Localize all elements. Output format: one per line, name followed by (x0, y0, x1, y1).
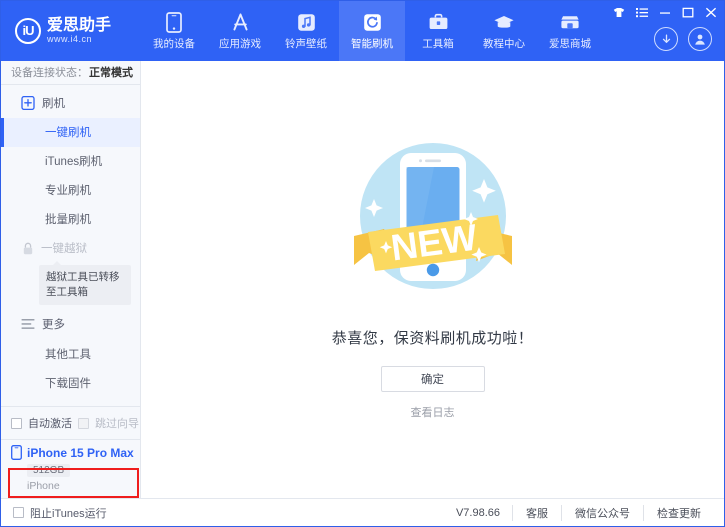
sidebar-options: 自动激活 跳过向导 (1, 406, 140, 439)
version-label: V7.98.66 (455, 506, 500, 519)
block-itunes-checkbox[interactable] (13, 507, 24, 518)
device-type: iPhone (27, 480, 60, 492)
skin-icon[interactable] (612, 5, 626, 19)
skip-wizard-label: 跳过向导 (95, 418, 139, 430)
sidebar-item-label: iTunes刷机 (45, 156, 103, 169)
main-content: NEW 恭喜您，保资料刷机成功啦！ 确定 查看日志 (141, 61, 724, 498)
logo-url: www.i4.cn (47, 33, 93, 44)
lock-icon (21, 242, 34, 255)
result-message: 恭喜您，保资料刷机成功啦！ (331, 330, 534, 347)
tab-tutorial-center[interactable]: 教程中心 (471, 1, 537, 61)
appstore-icon (229, 11, 251, 33)
download-icon[interactable] (654, 27, 678, 51)
sidebar-item-advanced[interactable]: 高级功能 (1, 397, 140, 406)
sidebar-item-itunes-flash[interactable]: iTunes刷机 (1, 147, 140, 176)
check-update-link[interactable]: 检查更新 (643, 504, 714, 521)
music-icon (295, 11, 317, 33)
sidebar-item-other-tools[interactable]: 其他工具 (1, 339, 140, 368)
flash-device-icon (21, 95, 35, 110)
tab-label: 铃声壁纸 (285, 38, 327, 50)
tab-label: 教程中心 (483, 38, 525, 50)
new-phone-badge-illustration: NEW (338, 133, 528, 313)
header-actions (654, 27, 712, 51)
app-header: iU 爱思助手 www.i4.cn 我的设备 应用游戏 铃声壁纸 智能刷机 工具… (1, 1, 724, 61)
logo: iU 爱思助手 www.i4.cn (1, 16, 141, 44)
sidebar-item-label: 专业刷机 (45, 185, 91, 198)
sidebar-item-label: 批量刷机 (45, 214, 91, 227)
sidebar-group-flash: 刷机 (1, 88, 140, 118)
sidebar-checkbox-row: 自动激活 跳过向导 (1, 407, 140, 439)
logo-title: 爱思助手 (47, 16, 112, 34)
tab-store[interactable]: 爱思商城 (537, 1, 603, 61)
tab-ringtones-wallpapers[interactable]: 铃声壁纸 (273, 1, 339, 61)
phone-icon (163, 11, 185, 33)
tab-apps-games[interactable]: 应用游戏 (207, 1, 273, 61)
main-nav: 我的设备 应用游戏 铃声壁纸 智能刷机 工具箱 教程中心 爱思商城 (141, 1, 603, 61)
connection-status-label: 设备连接状态： (11, 67, 88, 80)
tab-toolbox[interactable]: 工具箱 (405, 1, 471, 61)
app-window: iU 爱思助手 www.i4.cn 我的设备 应用游戏 铃声壁纸 智能刷机 工具… (0, 0, 725, 527)
list-icon (21, 317, 35, 331)
logo-mark-icon: iU (15, 17, 41, 44)
device-phone-icon (11, 445, 22, 460)
sidebar-scroll: 刷机 一键刷机 iTunes刷机 专业刷机 批量刷机 一键越狱 越狱工具已转移至… (1, 85, 140, 406)
sidebar-item-label: 下载固件 (45, 377, 91, 390)
confirm-button[interactable]: 确定 (380, 366, 485, 392)
sidebar-group-label: 刷机 (42, 97, 65, 110)
tab-label: 应用游戏 (219, 38, 261, 50)
sidebar-item-pro-flash[interactable]: 专业刷机 (1, 176, 140, 205)
jailbreak-tooltip: 越狱工具已转移至工具箱 (39, 260, 131, 306)
toolbox-icon (427, 11, 449, 33)
sidebar-item-label: 其他工具 (45, 348, 91, 361)
skip-wizard-checkbox (78, 417, 89, 429)
tab-label: 爱思商城 (549, 38, 591, 50)
connection-status: 设备连接状态： 正常模式 (1, 61, 140, 85)
sidebar-group-more: 更多 (1, 309, 140, 339)
sidebar-item-label: 一键越狱 (41, 243, 87, 256)
wechat-link[interactable]: 微信公众号 (561, 504, 643, 521)
sidebar-item-label: 高级功能 (45, 404, 91, 406)
sidebar-item-label: 一键刷机 (45, 127, 91, 140)
auto-activate-checkbox[interactable] (11, 417, 22, 429)
maximize-icon[interactable] (681, 5, 695, 19)
shop-icon (559, 11, 581, 33)
graduation-cap-icon (493, 11, 515, 33)
customer-service-link[interactable]: 客服 (512, 504, 561, 521)
sidebar-group-label: 更多 (42, 319, 65, 332)
account-icon[interactable] (688, 27, 712, 51)
sidebar-item-download-firmware[interactable]: 下载固件 (1, 368, 140, 397)
device-info[interactable]: iPhone 15 Pro Max 512GB iPhone (1, 439, 140, 498)
close-icon[interactable] (704, 5, 718, 19)
view-log-link[interactable]: 查看日志 (411, 404, 455, 420)
sidebar-item-batch-flash[interactable]: 批量刷机 (1, 205, 140, 234)
device-name: iPhone 15 Pro Max (27, 445, 134, 460)
tab-label: 我的设备 (153, 38, 195, 50)
device-capacity: 512GB (27, 464, 71, 477)
refresh-icon (361, 11, 383, 33)
sidebar-item-jailbreak: 一键越狱 (1, 234, 140, 263)
connection-status-value: 正常模式 (89, 67, 133, 80)
minimize-icon[interactable] (658, 5, 672, 19)
window-controls (612, 5, 718, 19)
status-bar: 阻止iTunes运行 V7.98.66 客服 微信公众号 检查更新 (1, 498, 724, 526)
tab-label: 智能刷机 (351, 38, 393, 50)
tab-label: 工具箱 (422, 38, 454, 50)
tab-smart-flash[interactable]: 智能刷机 (339, 1, 405, 61)
auto-activate-label: 自动激活 (28, 418, 72, 430)
body: 设备连接状态： 正常模式 刷机 一键刷机 iTunes刷机 专业刷机 批量刷机 … (1, 61, 724, 498)
sidebar: 设备连接状态： 正常模式 刷机 一键刷机 iTunes刷机 专业刷机 批量刷机 … (1, 61, 141, 498)
menu-icon[interactable] (635, 5, 649, 19)
block-itunes-label: 阻止iTunes运行 (30, 507, 107, 520)
tab-my-device[interactable]: 我的设备 (141, 1, 207, 61)
sidebar-item-one-key-flash[interactable]: 一键刷机 (1, 117, 140, 147)
